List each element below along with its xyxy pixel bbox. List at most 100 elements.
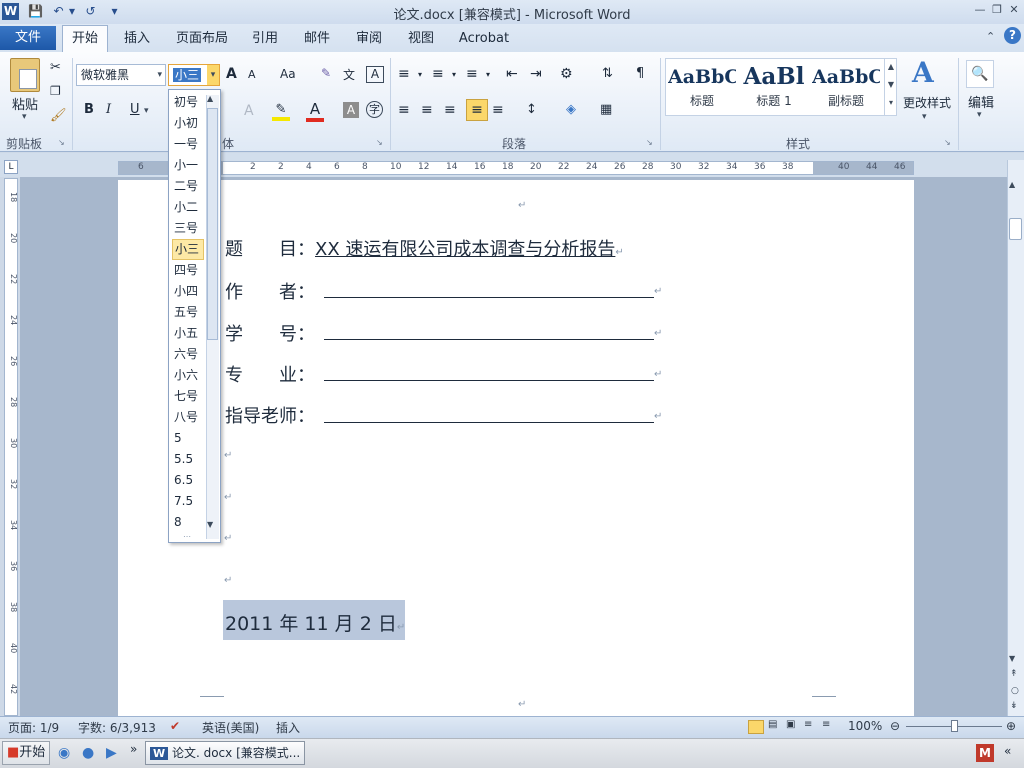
font-size-option[interactable]: 初号 [172,92,204,113]
phonetic-guide-icon[interactable]: 文 [343,66,355,83]
change-styles-icon[interactable]: A [912,56,934,89]
styles-launcher-icon[interactable]: ↘ [944,138,951,147]
font-size-option[interactable]: 小五 [172,323,204,344]
major-row[interactable]: 专 业： [225,361,315,387]
font-size-dropdown-icon[interactable]: ▾ [207,65,219,85]
font-size-option[interactable]: 8 [172,512,204,533]
font-size-option[interactable]: 6.5 [172,470,204,491]
restore-button[interactable]: ❐ [989,2,1005,18]
dropdown-scroll-thumb[interactable] [207,108,218,340]
multilevel-list-icon[interactable]: ≡ [466,66,478,82]
font-size-option[interactable]: 小一 [172,155,204,176]
chevron-down-icon[interactable]: ▾ [157,65,162,85]
browser-icon[interactable]: ● [82,745,94,761]
date-line[interactable]: 2011 年 11 月 2 日↵ [225,609,405,636]
zoom-slider-thumb[interactable] [951,720,958,732]
word-count[interactable]: 字数: 6/3,913 [78,719,156,736]
tab-file[interactable]: 文件 [0,26,56,50]
font-size-option[interactable]: 三号 [172,218,204,239]
underline-button[interactable]: U [130,102,140,117]
next-page-icon[interactable]: ↡ [1010,701,1018,711]
font-launcher-icon[interactable]: ↘ [376,138,383,147]
cut-icon[interactable]: ✂ [50,60,61,75]
font-size-option[interactable]: 七号 [172,386,204,407]
clear-formatting-icon[interactable]: ✎ [321,66,331,80]
sort-icon[interactable]: ⇅ [602,66,613,81]
font-size-option[interactable]: 六号 [172,344,204,365]
horizontal-ruler[interactable] [118,161,914,175]
tab-acrobat[interactable]: Acrobat [456,29,512,49]
dropdown-scroll-up-icon[interactable]: ▲ [207,94,213,103]
paste-dropdown-icon[interactable]: ▾ [22,112,27,122]
increase-indent-icon[interactable]: ⇥ [530,66,542,82]
change-case-icon[interactable]: Aa [280,67,296,81]
text-effects-icon[interactable]: A [244,103,254,119]
font-size-option[interactable]: 小六 [172,365,204,386]
align-right-icon[interactable]: ≡ [444,102,456,118]
chinese-layout-icon[interactable]: ⚙ [560,66,573,82]
tab-selector-icon[interactable]: L [4,160,18,174]
draft-icon[interactable]: ≡ [822,719,830,730]
font-color-icon[interactable]: A [306,100,324,122]
italic-button[interactable]: I [106,102,111,117]
bold-button[interactable]: B [84,102,94,117]
dropdown-scroll-down-icon[interactable]: ▼ [207,520,213,529]
shrink-font-icon[interactable]: A [248,68,256,81]
insert-mode[interactable]: 插入 [276,719,300,736]
format-painter-icon[interactable]: 🖌 [50,108,67,123]
font-size-option[interactable]: 7.5 [172,491,204,512]
tray-expand-icon[interactable]: « [1004,744,1011,758]
font-size-option[interactable]: 5.5 [172,449,204,470]
select-browse-object-icon[interactable]: ○ [1011,686,1019,696]
font-size-option[interactable]: 5 [172,428,204,449]
show-marks-icon[interactable]: ¶ [636,66,644,81]
style-heading[interactable]: AaBbC 标题 [668,62,736,114]
student-id-row[interactable]: 学 号： [225,320,315,346]
grow-font-icon[interactable]: A [226,66,237,82]
numbering-dropdown-icon[interactable]: ▾ [452,70,456,79]
distributed-icon[interactable]: ≡ [492,102,504,118]
page-count[interactable]: 页面: 1/9 [8,719,59,736]
multilevel-dropdown-icon[interactable]: ▾ [486,70,490,79]
font-size-option[interactable]: 二号 [172,176,204,197]
font-size-option[interactable]: 五号 [172,302,204,323]
font-size-option[interactable]: 四号 [172,260,204,281]
help-icon[interactable]: ? [1004,27,1021,44]
find-binoculars-icon[interactable]: 🔍 [966,60,994,88]
language[interactable]: 英语(美国) [202,719,259,736]
zoom-level[interactable]: 100% [848,719,882,733]
tray-app-icon[interactable]: M [976,744,994,762]
close-button[interactable]: ✕ [1006,2,1022,18]
print-layout-icon[interactable] [748,720,764,734]
font-size-option[interactable]: 小三 [172,239,204,260]
font-size-combo[interactable]: 小三 ▾ [168,64,220,86]
bullets-icon[interactable]: ≡ [398,66,410,82]
paragraph-launcher-icon[interactable]: ↘ [646,138,653,147]
tab-view[interactable]: 视图 [402,29,440,49]
scroll-down-icon[interactable]: ▼ [1009,654,1015,663]
borders-icon[interactable]: ▦ [600,102,612,117]
start-button[interactable]: ■开始 [2,741,50,765]
font-size-option[interactable]: 小初 [172,113,204,134]
scroll-thumb[interactable] [1009,218,1022,240]
advisor-row[interactable]: 指导老师： [225,402,315,428]
style-heading-1[interactable]: AaBl 标题 1 [740,62,808,114]
font-size-option[interactable]: 一号 [172,134,204,155]
tab-home[interactable]: 开始 [62,25,108,52]
paste-icon[interactable] [10,58,40,92]
line-spacing-icon[interactable]: ↕ [526,102,537,117]
full-screen-reading-icon[interactable]: ▤ [768,719,777,730]
character-border-icon[interactable]: A [366,66,384,83]
title-row[interactable]: 题 目：XX 速运有限公司成本调查与分析报告↵ [225,235,624,261]
tab-references[interactable]: 引用 [246,29,284,49]
font-size-option[interactable]: 小二 [172,197,204,218]
font-size-option[interactable]: 小四 [172,281,204,302]
numbering-icon[interactable]: ≡ [432,66,444,82]
web-layout-icon[interactable]: ▣ [786,719,795,730]
taskbar-word-window[interactable]: W 论文. docx [兼容模式... [145,741,305,765]
editing-button[interactable]: 编辑 [964,92,998,111]
tab-insert[interactable]: 插入 [118,29,156,49]
tab-review[interactable]: 审阅 [350,29,388,49]
styles-scroll[interactable]: ▲ ▼ ▾ [884,58,897,116]
highlight-icon[interactable]: ✎ [272,102,290,121]
